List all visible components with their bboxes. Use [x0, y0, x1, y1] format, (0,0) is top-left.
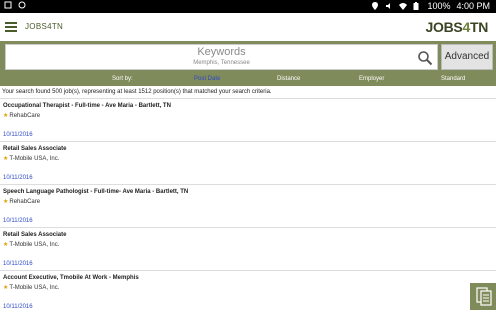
- job-title[interactable]: Retail Sales Associate: [3, 146, 66, 152]
- list-item[interactable]: Retail Sales Associate ★T-Mobile USA, In…: [0, 141, 496, 184]
- job-list: Occupational Therapist - Full-time - Ave…: [0, 98, 496, 313]
- list-item[interactable]: Retail Sales Associate ★T-Mobile USA, In…: [0, 227, 496, 270]
- sort-option-standard[interactable]: Standard: [441, 76, 465, 82]
- keywords-input[interactable]: Keywords: [6, 46, 437, 58]
- settings-notification-icon: [18, 1, 26, 9]
- wifi-icon: [399, 2, 408, 10]
- saved-jobs-button[interactable]: [470, 283, 496, 310]
- job-title[interactable]: Retail Sales Associate: [3, 232, 66, 238]
- job-company: ★T-Mobile USA, Inc.: [3, 156, 60, 162]
- sort-option-distance[interactable]: Distance: [277, 76, 300, 82]
- job-date: 10/11/2016: [3, 132, 33, 138]
- list-item[interactable]: Occupational Therapist - Full-time - Ave…: [0, 98, 496, 141]
- sort-option-employer[interactable]: Employer: [359, 76, 384, 82]
- job-date: 10/11/2016: [3, 175, 33, 181]
- clock: 4:00 PM: [456, 1, 490, 11]
- results-summary: Your search found 500 job(s), representi…: [2, 89, 272, 95]
- star-icon: ★: [3, 285, 9, 291]
- notification-icon: [4, 1, 12, 9]
- job-title[interactable]: Occupational Therapist - Full-time - Ave…: [3, 103, 171, 109]
- search-icon[interactable]: [417, 50, 433, 66]
- mute-icon: [385, 2, 393, 10]
- list-item[interactable]: Account Executive, Tmobile At Work - Mem…: [0, 270, 496, 313]
- advanced-button[interactable]: Advanced: [441, 44, 493, 70]
- app-title: JOBS4TN: [25, 22, 64, 31]
- status-bar: 100% 4:00 PM: [0, 0, 496, 13]
- clipboard-icon: [470, 287, 496, 314]
- job-date: 10/11/2016: [3, 261, 33, 267]
- job-title[interactable]: Account Executive, Tmobile At Work - Mem…: [3, 275, 139, 281]
- star-icon: ★: [3, 199, 9, 205]
- job-company: ★T-Mobile USA, Inc.: [3, 285, 60, 291]
- list-item[interactable]: Speech Language Pathologist - Full-time-…: [0, 184, 496, 227]
- search-bar: Keywords Memphis, Tennessee Advanced: [0, 41, 496, 72]
- sort-option-post-date[interactable]: Post Date: [194, 76, 220, 82]
- app-logo: JOBS4TN: [425, 19, 489, 35]
- sort-bar: Sort by: Post Date Distance Employer Sta…: [0, 72, 496, 86]
- job-company: ★T-Mobile USA, Inc.: [3, 242, 60, 248]
- job-date: 10/11/2016: [3, 304, 33, 310]
- star-icon: ★: [3, 242, 9, 248]
- star-icon: ★: [3, 113, 9, 119]
- search-box[interactable]: Keywords Memphis, Tennessee: [5, 44, 438, 70]
- location-text: Memphis, Tennessee: [193, 60, 250, 66]
- job-title[interactable]: Speech Language Pathologist - Full-time-…: [3, 189, 188, 195]
- job-company: ★RehabCare: [3, 113, 41, 119]
- job-date: 10/11/2016: [3, 218, 33, 224]
- battery-level: 100%: [427, 1, 451, 11]
- app-bar: JOBS4TN JOBS4TN: [0, 13, 496, 42]
- sort-label: Sort by:: [112, 76, 133, 82]
- star-icon: ★: [3, 156, 9, 162]
- location-icon: [371, 2, 379, 10]
- battery-icon: [413, 2, 421, 10]
- job-company: ★RehabCare: [3, 199, 41, 205]
- menu-icon[interactable]: [5, 22, 17, 32]
